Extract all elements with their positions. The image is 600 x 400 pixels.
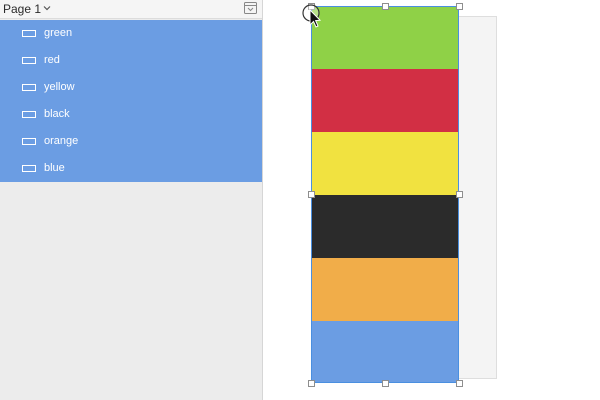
layer-label: green	[44, 27, 73, 39]
layer-label: orange	[44, 135, 79, 147]
yellow-rectangle[interactable]	[311, 132, 459, 195]
layer-label: yellow	[44, 81, 75, 93]
rectangle-icon	[22, 30, 36, 37]
resize-handle-bottom-right[interactable]	[456, 380, 463, 387]
blue-rectangle[interactable]	[311, 321, 459, 383]
resize-handle-top-center[interactable]	[382, 3, 389, 10]
rectangle-icon	[22, 57, 36, 64]
rectangle-icon	[22, 165, 36, 172]
orange-rectangle[interactable]	[311, 258, 459, 321]
red-rectangle[interactable]	[311, 69, 459, 132]
rectangle-icon	[22, 84, 36, 91]
green-rectangle[interactable]	[311, 6, 459, 69]
page-title[interactable]: Page 1	[3, 1, 41, 17]
cursor-icon	[302, 4, 322, 28]
selected-group[interactable]	[311, 6, 459, 383]
canvas[interactable]	[263, 0, 600, 400]
layer-label: black	[44, 108, 70, 120]
rectangle-icon	[22, 138, 36, 145]
layer-item-orange[interactable]: orange	[0, 128, 262, 155]
layers-panel: Page 1 green red yellow black orange blu…	[0, 0, 263, 400]
layer-item-blue[interactable]: blue	[0, 155, 262, 182]
resize-handle-middle-right[interactable]	[456, 191, 463, 198]
page-selector[interactable]: Page 1	[0, 0, 262, 19]
artboard-shadow	[459, 16, 497, 379]
black-rectangle[interactable]	[311, 195, 459, 258]
layer-label: blue	[44, 162, 65, 174]
chevron-down-icon[interactable]	[43, 4, 51, 12]
resize-handle-bottom-left[interactable]	[308, 380, 315, 387]
resize-handle-middle-left[interactable]	[308, 191, 315, 198]
rectangle-icon	[22, 111, 36, 118]
resize-handle-bottom-center[interactable]	[382, 380, 389, 387]
layer-item-yellow[interactable]: yellow	[0, 74, 262, 101]
collapse-panel-icon[interactable]	[244, 2, 257, 14]
layer-label: red	[44, 54, 60, 66]
layer-item-black[interactable]: black	[0, 101, 262, 128]
layer-item-red[interactable]: red	[0, 47, 262, 74]
layer-item-green[interactable]: green	[0, 20, 262, 47]
resize-handle-top-right[interactable]	[456, 3, 463, 10]
layer-list: green red yellow black orange blue	[0, 20, 262, 182]
